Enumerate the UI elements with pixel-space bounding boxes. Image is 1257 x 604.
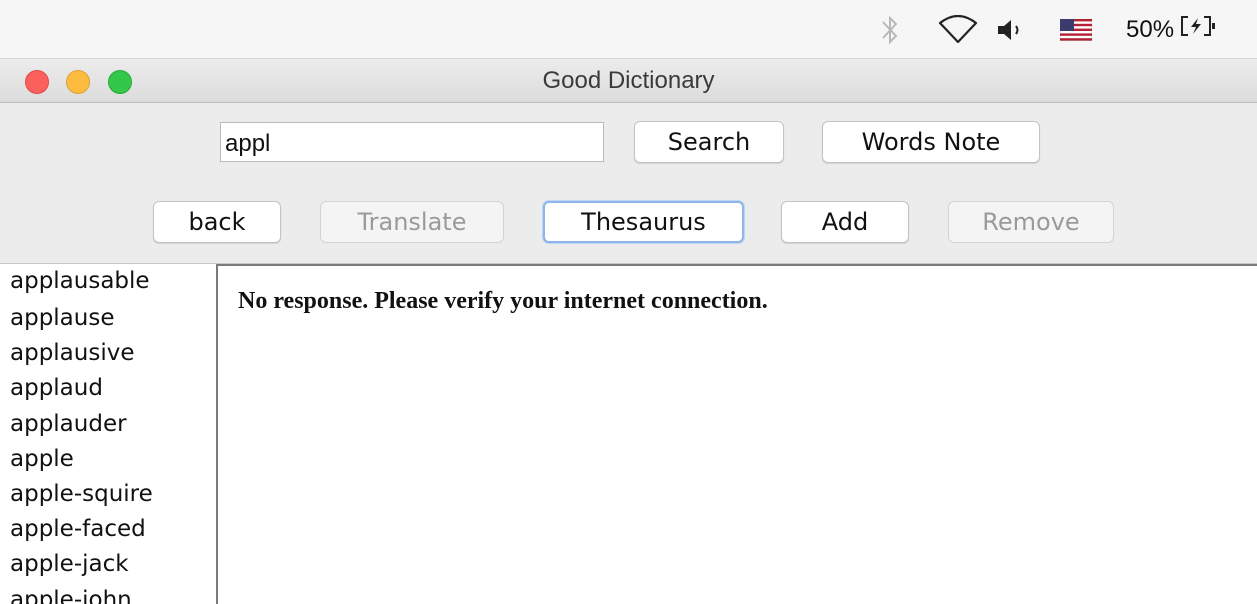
translate-button[interactable]: Translate (320, 201, 504, 243)
toolbar: Search Words Note back Translate Thesaur… (0, 103, 1257, 264)
search-button[interactable]: Search (634, 121, 784, 163)
window-title-bar: Good Dictionary (0, 59, 1257, 103)
battery-status[interactable]: 50% (1126, 0, 1218, 59)
remove-button[interactable]: Remove (948, 201, 1114, 243)
bluetooth-icon[interactable] (879, 0, 901, 59)
list-item[interactable]: apple-jack (0, 547, 216, 582)
wifi-icon[interactable] (938, 0, 978, 59)
volume-icon[interactable] (996, 0, 1026, 59)
list-item[interactable]: applausable (0, 264, 216, 301)
thesaurus-button[interactable]: Thesaurus (543, 201, 744, 243)
list-item[interactable]: applauder (0, 407, 216, 442)
list-item[interactable]: applausive (0, 336, 216, 371)
word-list[interactable]: applausable applause applausive applaud … (0, 264, 216, 604)
list-item[interactable]: apple (0, 442, 216, 477)
list-item[interactable]: apple-faced (0, 512, 216, 547)
words-note-button[interactable]: Words Note (822, 121, 1040, 163)
us-flag-icon[interactable] (1060, 0, 1092, 59)
list-item[interactable]: apple-john (0, 583, 216, 604)
battery-charging-icon (1180, 15, 1218, 44)
list-item[interactable]: applause (0, 301, 216, 336)
window-title: Good Dictionary (542, 67, 715, 94)
list-item[interactable]: applaud (0, 371, 216, 406)
result-message: No response. Please verify your internet… (238, 288, 768, 314)
result-panel: No response. Please verify your internet… (216, 264, 1257, 604)
list-item[interactable]: apple-squire (0, 477, 216, 512)
menu-bar: 50% (0, 0, 1257, 59)
add-button[interactable]: Add (781, 201, 909, 243)
back-button[interactable]: back (153, 201, 281, 243)
search-input[interactable] (220, 122, 604, 162)
battery-percent: 50% (1126, 15, 1175, 43)
